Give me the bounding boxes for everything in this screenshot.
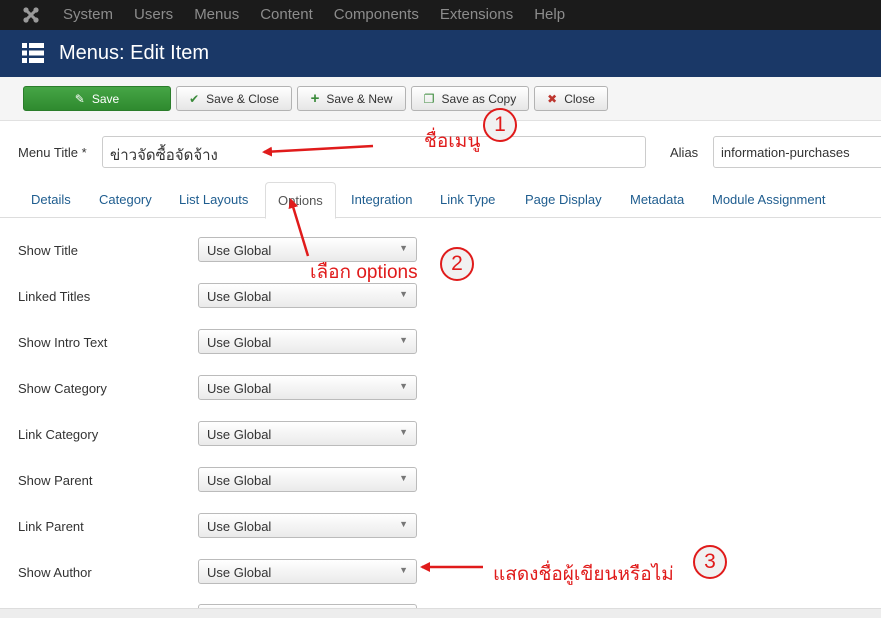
- annotation-3-badge: 3: [693, 545, 727, 579]
- select-value: Use Global: [207, 565, 272, 580]
- save-new-button[interactable]: + Save & New: [297, 86, 406, 111]
- title-bar: Menus: Edit Item: [0, 30, 881, 77]
- select-value: Use Global: [207, 243, 272, 258]
- save-new-label: Save & New: [326, 91, 393, 106]
- top-navbar: System Users Menus Content Components Ex…: [0, 0, 881, 30]
- annotation-1-badge: 1: [483, 108, 517, 142]
- annotation-2-text: เลือก options: [310, 262, 418, 283]
- tab-module-assignment[interactable]: Module Assignment: [712, 182, 825, 218]
- show-author-select[interactable]: Use Global ▼: [198, 559, 417, 584]
- caret-down-icon: ▼: [399, 243, 408, 253]
- tab-options[interactable]: Options: [265, 182, 336, 219]
- caret-down-icon: ▼: [399, 473, 408, 483]
- tab-link-type[interactable]: Link Type: [440, 182, 495, 218]
- list-menu-icon: [22, 43, 44, 63]
- show-parent-label: Show Parent: [18, 473, 93, 488]
- linked-titles-label: Linked Titles: [18, 289, 91, 304]
- caret-down-icon: ▼: [399, 565, 408, 575]
- show-intro-text-label: Show Intro Text: [18, 335, 108, 350]
- select-value: Use Global: [207, 427, 272, 442]
- plus-icon: +: [310, 90, 320, 107]
- tab-integration[interactable]: Integration: [351, 182, 412, 218]
- menu-title-value: ข่าวจัดซื้อจัดจ้าง: [110, 147, 218, 164]
- tab-metadata[interactable]: Metadata: [630, 182, 684, 218]
- link-parent-label: Link Parent: [18, 519, 84, 534]
- save-button[interactable]: ✎ Save: [23, 86, 171, 111]
- caret-down-icon: ▼: [399, 381, 408, 391]
- show-intro-text-select[interactable]: Use Global ▼: [198, 329, 417, 354]
- show-title-label: Show Title: [18, 243, 78, 258]
- annotation-3-text: แสดงชื่อผู้เขียนหรือไม่: [493, 564, 674, 585]
- select-value: Use Global: [207, 519, 272, 534]
- show-category-select[interactable]: Use Global ▼: [198, 375, 417, 400]
- link-category-label: Link Category: [18, 427, 99, 442]
- nav-components[interactable]: Components: [334, 0, 419, 30]
- select-value: Use Global: [207, 289, 272, 304]
- tab-category[interactable]: Category: [99, 182, 152, 218]
- link-parent-select[interactable]: Use Global ▼: [198, 513, 417, 538]
- tab-list-layouts[interactable]: List Layouts: [179, 182, 248, 218]
- close-label: Close: [564, 91, 595, 106]
- annotation-1-text: ชื่อเมนู: [424, 131, 481, 152]
- save-copy-label: Save as Copy: [441, 91, 517, 106]
- tab-page-display[interactable]: Page Display: [525, 182, 602, 218]
- caret-down-icon: ▼: [399, 427, 408, 437]
- nav-users[interactable]: Users: [134, 0, 173, 30]
- copy-icon: ❐: [423, 91, 435, 106]
- menu-title-label: Menu Title *: [18, 145, 87, 160]
- show-author-label: Show Author: [18, 565, 92, 580]
- annotation-2-badge: 2: [440, 247, 474, 281]
- select-value: Use Global: [207, 335, 272, 350]
- caret-down-icon: ▼: [399, 335, 408, 345]
- save-close-button[interactable]: ✔ Save & Close: [176, 86, 292, 111]
- caret-down-icon: ▼: [399, 519, 408, 529]
- save-label: Save: [91, 91, 120, 106]
- caret-down-icon: ▼: [399, 289, 408, 299]
- close-circle-icon: ✖: [547, 91, 558, 106]
- close-button[interactable]: ✖ Close: [534, 86, 608, 111]
- edit-icon: ✎: [74, 91, 85, 106]
- tab-details[interactable]: Details: [31, 182, 71, 218]
- bottom-status-bar: [0, 608, 881, 618]
- nav-help[interactable]: Help: [534, 0, 565, 30]
- alias-input[interactable]: information-purchases: [713, 136, 881, 168]
- select-value: Use Global: [207, 473, 272, 488]
- nav-content[interactable]: Content: [260, 0, 313, 30]
- save-close-label: Save & Close: [206, 91, 279, 106]
- alias-label: Alias: [670, 145, 699, 160]
- alias-value: information-purchases: [721, 145, 850, 160]
- show-category-label: Show Category: [18, 381, 107, 396]
- link-category-select[interactable]: Use Global ▼: [198, 421, 417, 446]
- toolbar: ✎ Save ✔ Save & Close + Save & New ❐ Sav…: [0, 77, 881, 121]
- menu-title-input[interactable]: ข่าวจัดซื้อจัดจ้าง: [102, 136, 646, 168]
- save-as-copy-button[interactable]: ❐ Save as Copy: [411, 86, 529, 111]
- select-value: Use Global: [207, 381, 272, 396]
- page-title: Menus: Edit Item: [59, 42, 210, 64]
- nav-extensions[interactable]: Extensions: [440, 0, 513, 30]
- check-icon: ✔: [189, 91, 200, 106]
- show-parent-select[interactable]: Use Global ▼: [198, 467, 417, 492]
- nav-system[interactable]: System: [63, 0, 113, 30]
- nav-menus[interactable]: Menus: [194, 0, 239, 30]
- joomla-logo-icon[interactable]: [21, 5, 41, 25]
- edit-tabs: Details Category List Layouts Options In…: [0, 182, 881, 219]
